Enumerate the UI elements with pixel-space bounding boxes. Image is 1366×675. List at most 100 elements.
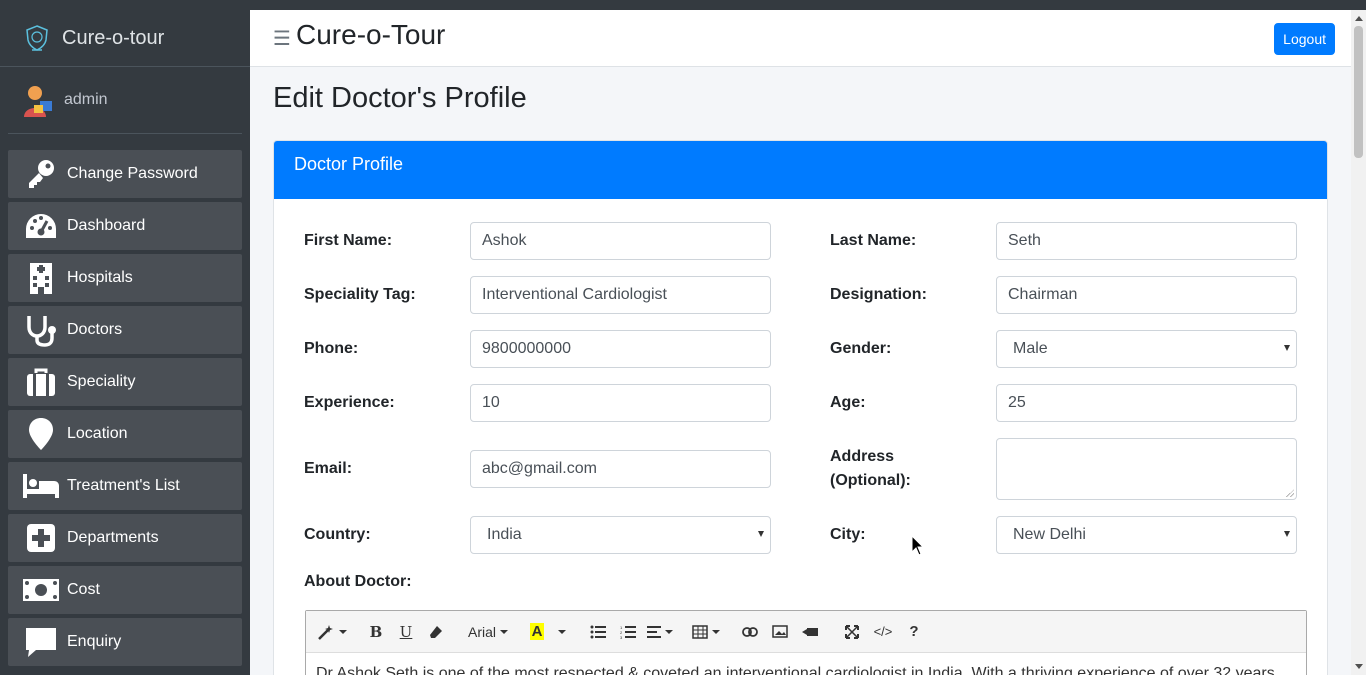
map-pin-icon xyxy=(22,415,60,453)
phone-label: Phone: xyxy=(304,340,359,357)
font-family-dropdown[interactable]: Arial xyxy=(464,617,512,647)
sidebar-item-doctors[interactable]: Doctors xyxy=(8,306,242,354)
sidebar-item-departments[interactable]: Departments xyxy=(8,514,242,562)
speciality-tag-label: Speciality Tag: xyxy=(304,286,416,303)
sidebar-item-speciality[interactable]: Speciality xyxy=(8,358,242,406)
page-scrollbar[interactable] xyxy=(1351,10,1366,675)
editor-content[interactable]: Dr Ashok Seth is one of the most respect… xyxy=(306,653,1306,675)
sidebar-item-label: Doctors xyxy=(67,321,123,338)
gender-label: Gender: xyxy=(830,340,892,357)
key-icon xyxy=(22,155,60,193)
paragraph-align-icon[interactable] xyxy=(644,617,676,647)
first-name-label: First Name: xyxy=(304,232,393,249)
avatar xyxy=(24,86,52,117)
help-icon[interactable]: ? xyxy=(900,617,928,647)
sidebar-item-label: Departments xyxy=(67,529,159,546)
experience-label: Experience: xyxy=(304,394,395,411)
unordered-list-icon[interactable] xyxy=(584,617,612,647)
plus-square-icon xyxy=(22,519,60,557)
resize-grip-icon[interactable] xyxy=(1286,489,1294,497)
doctor-profile-card: Doctor Profile First Name: Last Name: Sp… xyxy=(273,140,1328,675)
designation-label: Designation: xyxy=(830,286,927,303)
eraser-icon[interactable] xyxy=(422,617,450,647)
brand-logo-icon xyxy=(26,25,48,51)
code-view-icon[interactable]: </> xyxy=(868,617,898,647)
country-select-value: India xyxy=(487,526,522,543)
first-name-input[interactable] xyxy=(470,222,771,260)
designation-input[interactable] xyxy=(996,276,1297,314)
experience-input[interactable] xyxy=(470,384,771,422)
sidebar-item-label: Cost xyxy=(67,581,100,598)
hospital-icon xyxy=(22,259,60,297)
ordered-list-icon[interactable]: 123 xyxy=(614,617,642,647)
video-icon[interactable] xyxy=(796,617,824,647)
bed-icon xyxy=(22,467,60,505)
country-select[interactable]: India xyxy=(470,516,771,554)
age-label: Age: xyxy=(830,394,866,411)
fullscreen-icon[interactable] xyxy=(838,617,866,647)
address-label-line1: Address xyxy=(830,448,895,465)
briefcase-icon xyxy=(22,363,60,401)
sidebar-item-label: Speciality xyxy=(67,373,136,390)
tachometer-icon xyxy=(22,207,60,245)
editor-toolbar: B U Arial A 123 </> ? xyxy=(306,611,1306,653)
table-icon[interactable] xyxy=(690,617,722,647)
hamburger-menu-icon[interactable]: ☰ xyxy=(273,26,291,51)
image-icon[interactable] xyxy=(766,617,794,647)
city-label: City: xyxy=(830,526,866,543)
gender-select[interactable]: Male xyxy=(996,330,1297,368)
sidebar-item-label: Change Password xyxy=(67,165,198,182)
phone-input[interactable] xyxy=(470,330,771,368)
user-name: admin xyxy=(64,91,108,108)
sidebar-item-cost[interactable]: Cost xyxy=(8,566,242,614)
card-title: Doctor Profile xyxy=(274,141,1327,199)
link-icon[interactable] xyxy=(736,617,764,647)
user-panel[interactable]: admin xyxy=(8,67,242,134)
brand[interactable]: Cure-o-tour xyxy=(0,10,250,67)
chevron-down-icon xyxy=(1284,345,1290,351)
sidebar-item-change-password[interactable]: Change Password xyxy=(8,150,242,198)
about-doctor-editor[interactable]: B U Arial A 123 </> ? Dr Ashok Seth is o… xyxy=(305,610,1307,675)
scroll-thumb[interactable] xyxy=(1354,26,1363,158)
sidebar: Cure-o-tour admin Change Password Dashbo… xyxy=(0,10,250,675)
comment-icon xyxy=(22,623,60,661)
svg-text:3: 3 xyxy=(620,635,623,639)
logout-button[interactable]: Logout xyxy=(1274,23,1335,55)
city-select-value: New Delhi xyxy=(1013,526,1086,543)
address-textarea[interactable] xyxy=(996,438,1297,500)
font-family-value: Arial xyxy=(467,623,496,640)
top-header: ☰ Cure-o-Tour Logout xyxy=(250,10,1351,67)
chevron-down-icon xyxy=(1284,531,1290,537)
scroll-up-arrow-icon[interactable] xyxy=(1355,16,1363,21)
speciality-tag-input[interactable] xyxy=(470,276,771,314)
last-name-label: Last Name: xyxy=(830,232,917,249)
brand-name: Cure-o-tour xyxy=(62,26,165,49)
bold-icon[interactable]: B xyxy=(362,617,390,647)
sidebar-item-label: Dashboard xyxy=(67,217,146,234)
window-top-strip xyxy=(0,0,1366,10)
last-name-input[interactable] xyxy=(996,222,1297,260)
age-input[interactable] xyxy=(996,384,1297,422)
sidebar-item-label: Hospitals xyxy=(67,269,133,286)
email-input[interactable] xyxy=(470,450,771,488)
sidebar-item-treatments-list[interactable]: Treatment's List xyxy=(8,462,242,510)
sidebar-item-label: Location xyxy=(67,425,128,442)
scroll-down-arrow-icon[interactable] xyxy=(1355,664,1363,669)
text-color-icon[interactable]: A xyxy=(526,617,548,647)
sidebar-item-location[interactable]: Location xyxy=(8,410,242,458)
sidebar-item-label: Enquiry xyxy=(67,633,122,650)
chevron-down-icon xyxy=(758,531,764,537)
sidebar-item-enquiry[interactable]: Enquiry xyxy=(8,618,242,666)
stethoscope-icon xyxy=(22,311,60,349)
city-select[interactable]: New Delhi xyxy=(996,516,1297,554)
underline-icon[interactable]: U xyxy=(392,617,420,647)
magic-wand-style-icon[interactable] xyxy=(316,617,348,647)
sidebar-item-label: Treatment's List xyxy=(67,477,180,494)
sidebar-item-hospitals[interactable]: Hospitals xyxy=(8,254,242,302)
email-label: Email: xyxy=(304,460,353,477)
gender-select-value: Male xyxy=(1013,340,1048,357)
chevron-down-icon[interactable] xyxy=(550,617,570,647)
sidebar-nav: Change Password Dashboard Hospitals Doct… xyxy=(0,134,250,666)
sidebar-item-dashboard[interactable]: Dashboard xyxy=(8,202,242,250)
money-icon xyxy=(22,571,60,609)
